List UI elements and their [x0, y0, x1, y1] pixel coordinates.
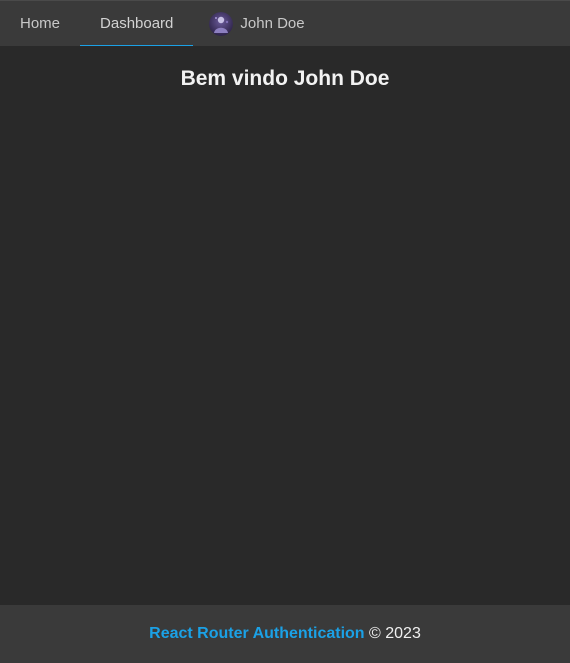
footer: React Router Authentication © 2023 [0, 605, 570, 663]
tab-dashboard-label: Dashboard [100, 15, 174, 32]
user-name: John Doe [240, 15, 305, 32]
tab-home-label: Home [20, 15, 61, 32]
top-navbar: Home Dashboard John Doe [0, 0, 570, 47]
user-menu[interactable]: John Doe [193, 1, 324, 46]
tab-dashboard[interactable]: Dashboard [80, 1, 194, 47]
main-content: Bem vindo John Doe [0, 46, 570, 605]
avatar [209, 11, 234, 36]
page-title: Bem vindo John Doe [180, 67, 390, 90]
user-avatar-icon [209, 11, 234, 36]
tab-home[interactable]: Home [0, 1, 80, 46]
footer-copyright: © 2023 [369, 625, 421, 642]
footer-app-link[interactable]: React Router Authentication [149, 625, 364, 643]
app-root: Home Dashboard John Doe Bem vindo John D… [0, 0, 570, 663]
